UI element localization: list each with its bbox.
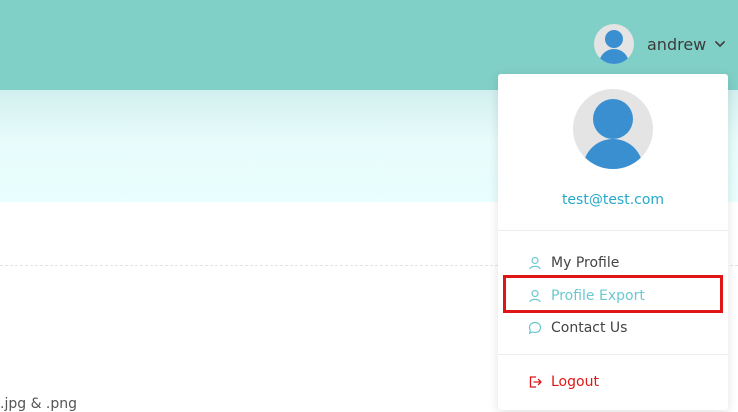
user-dropdown-menu: test@test.com My Profile Profile Export … (498, 74, 728, 410)
user-menu-trigger[interactable]: andrew (594, 24, 726, 64)
chevron-down-icon[interactable] (714, 38, 726, 50)
menu-item-label: My Profile (551, 255, 620, 271)
logout-icon (529, 376, 542, 388)
menu-item-label: Logout (551, 374, 599, 390)
username-label[interactable]: andrew (647, 35, 706, 54)
user-email: test@test.com (561, 192, 665, 208)
highlight-box (503, 275, 723, 313)
menu-divider (498, 230, 728, 231)
file-type-hint: .jpg & .png (0, 396, 78, 412)
avatar[interactable] (594, 24, 634, 64)
user-icon (529, 256, 541, 270)
profile-avatar (573, 89, 653, 169)
menu-item-contact-us[interactable]: Contact Us (528, 317, 627, 339)
menu-item-label: Contact Us (551, 320, 628, 336)
menu-item-logout[interactable]: Logout (528, 371, 599, 393)
menu-divider (498, 354, 728, 355)
chat-bubble-icon (528, 321, 542, 335)
menu-item-my-profile[interactable]: My Profile (528, 252, 619, 274)
